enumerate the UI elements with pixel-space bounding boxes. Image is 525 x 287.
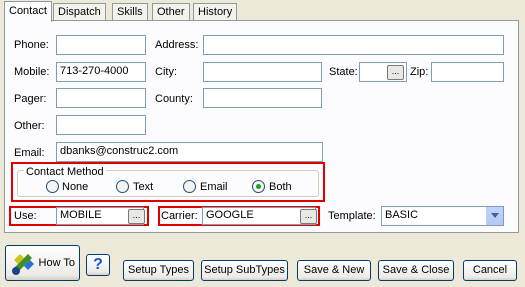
city-field[interactable] bbox=[203, 62, 322, 82]
state-browse-button[interactable]: ... bbox=[387, 65, 404, 80]
use-label: Use: bbox=[14, 210, 37, 222]
address-label: Address: bbox=[155, 39, 199, 51]
pager-field[interactable] bbox=[56, 88, 146, 108]
how-to-icon bbox=[12, 254, 34, 275]
tab-contact[interactable]: Contact bbox=[4, 1, 52, 22]
city-label: City: bbox=[155, 66, 177, 78]
radio-email-label: Email bbox=[200, 181, 228, 193]
county-label: County: bbox=[155, 93, 193, 105]
address-field[interactable] bbox=[203, 35, 504, 55]
tab-history[interactable]: History bbox=[193, 3, 238, 21]
contact-method-title: Contact Method bbox=[24, 166, 106, 178]
tab-skills[interactable]: Skills bbox=[112, 3, 148, 21]
tab-dispatch[interactable]: Dispatch bbox=[53, 3, 106, 21]
phone-field[interactable] bbox=[56, 35, 146, 55]
zip-label: Zip: bbox=[410, 66, 429, 78]
carrier-browse-button[interactable]: ... bbox=[300, 209, 317, 224]
pager-label: Pager: bbox=[14, 93, 47, 105]
radio-none[interactable] bbox=[46, 180, 59, 193]
how-to-button[interactable]: How To bbox=[5, 245, 80, 281]
phone-label: Phone: bbox=[14, 39, 49, 51]
chevron-down-icon[interactable] bbox=[486, 207, 503, 225]
template-value: BASIC bbox=[385, 209, 419, 221]
tab-other[interactable]: Other bbox=[152, 3, 190, 21]
other-label: Other: bbox=[14, 120, 45, 132]
state-label: State: bbox=[329, 66, 358, 78]
radio-text[interactable] bbox=[116, 180, 129, 193]
mobile-label: Mobile: bbox=[14, 66, 50, 78]
mobile-field[interactable]: 713-270-4000 bbox=[56, 62, 146, 82]
other-field[interactable] bbox=[56, 115, 146, 135]
radio-email[interactable] bbox=[183, 180, 196, 193]
save-new-button[interactable]: Save & New bbox=[297, 260, 371, 281]
email-label: Email: bbox=[14, 147, 45, 159]
setup-types-button[interactable]: Setup Types bbox=[123, 260, 194, 281]
how-to-label: How To bbox=[38, 257, 75, 269]
radio-both-label: Both bbox=[269, 181, 292, 193]
radio-text-label: Text bbox=[133, 181, 154, 193]
zip-field[interactable] bbox=[431, 62, 504, 82]
radio-none-label: None bbox=[62, 181, 89, 193]
save-close-button[interactable]: Save & Close bbox=[378, 260, 454, 281]
setup-subtypes-button[interactable]: Setup SubTypes bbox=[201, 260, 288, 281]
carrier-label: Carrier: bbox=[161, 210, 198, 222]
email-field[interactable]: dbanks@construc2.com bbox=[56, 142, 323, 162]
template-label: Template: bbox=[328, 210, 376, 222]
county-field[interactable] bbox=[203, 88, 322, 108]
help-button[interactable]: ? bbox=[86, 254, 110, 276]
radio-both[interactable] bbox=[252, 180, 265, 193]
use-browse-button[interactable]: ... bbox=[128, 209, 145, 224]
cancel-button[interactable]: Cancel bbox=[463, 260, 517, 281]
carrier-field[interactable]: GOOGLE bbox=[202, 207, 316, 225]
